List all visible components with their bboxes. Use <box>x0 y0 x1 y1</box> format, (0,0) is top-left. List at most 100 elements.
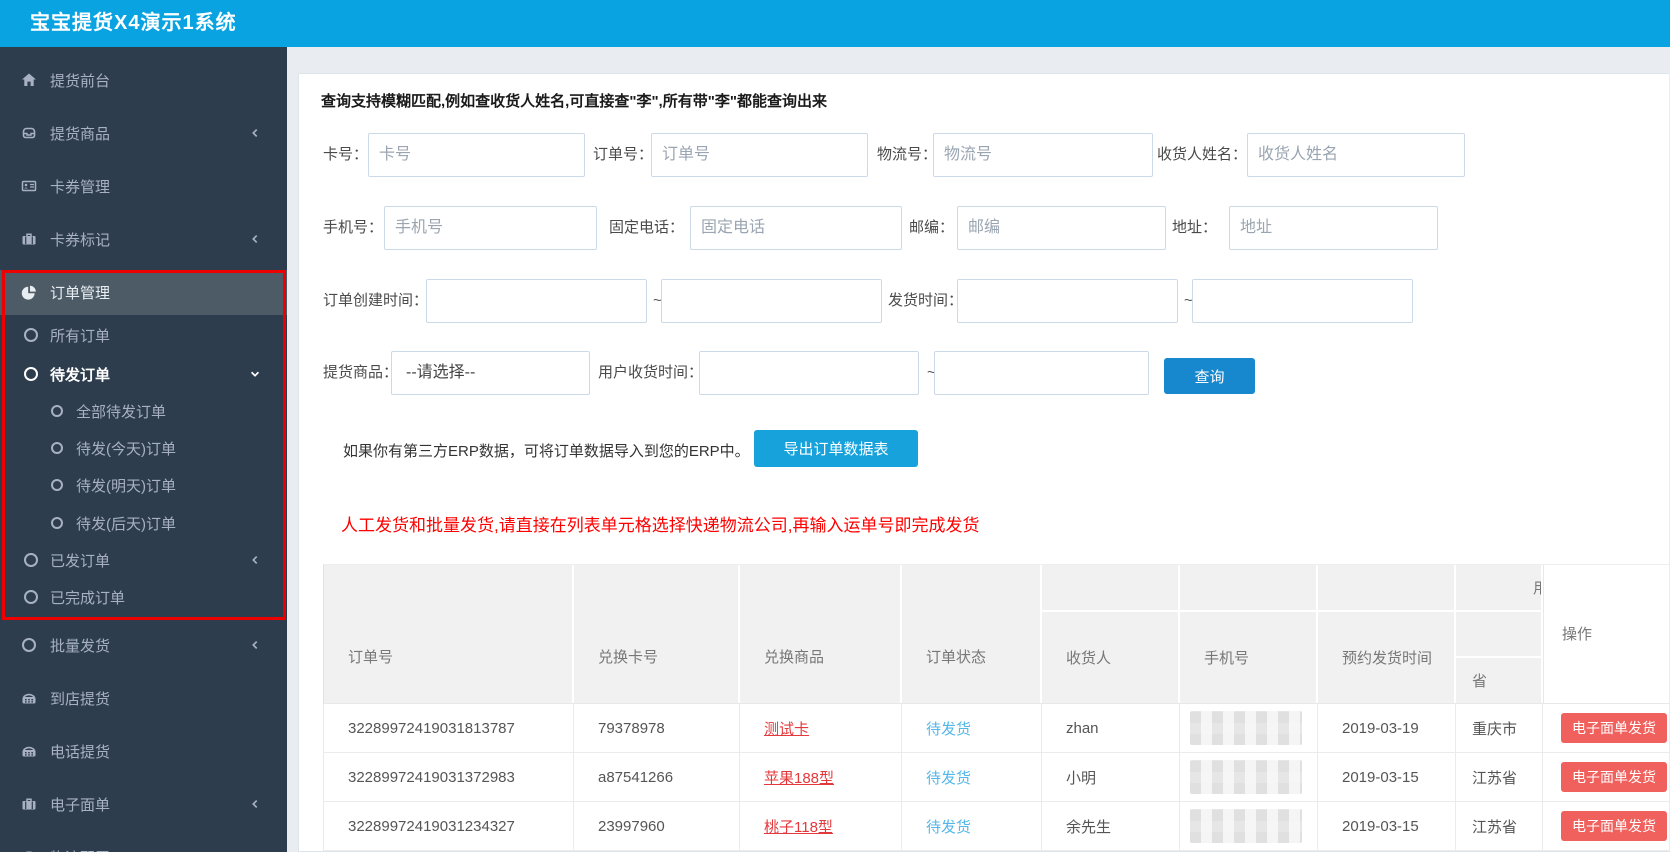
app-title: 宝宝提货X4演示1系统 <box>30 12 237 34</box>
ship-time-label: 发货时间： <box>888 292 964 309</box>
phone-icon <box>20 689 38 707</box>
circle-bullet-icon <box>48 514 66 532</box>
mobile-input[interactable] <box>384 206 597 250</box>
pickup-product-select[interactable]: --请选择-- <box>391 351 590 395</box>
sidebar-item-all-pending-orders[interactable]: 全部待发订单 <box>0 395 287 427</box>
sidebar-item-pending-tomorrow[interactable]: 待发(明天)订单 <box>0 469 287 501</box>
blurred-phone-number <box>1190 760 1302 794</box>
inbox-icon <box>20 124 38 142</box>
sidebar-item-label: 订单管理 <box>50 285 111 302</box>
chevron-left-icon <box>249 127 261 139</box>
product-link[interactable]: 测试卡 <box>764 718 809 739</box>
sidebar-item-label: 提货前台 <box>50 72 111 90</box>
circle-bullet-icon <box>22 551 40 569</box>
mobile-label: 手机号： <box>323 219 384 236</box>
sidebar-item-e-waybill[interactable]: 电子面单 <box>0 788 287 820</box>
sidebar-item-label: 提货商品 <box>50 125 111 143</box>
chevron-left-icon <box>249 639 261 651</box>
chevron-left-icon <box>249 554 261 566</box>
briefcase-icon <box>20 795 38 813</box>
sidebar-item-label: 已发订单 <box>50 552 111 570</box>
cell-receiver: 小明 <box>1042 753 1180 802</box>
address-input[interactable] <box>1229 206 1438 250</box>
card-no-label: 卡号： <box>323 146 369 163</box>
receive-time-label: 用户收货时间： <box>598 364 704 381</box>
sidebar-item-completed-orders[interactable]: 已完成订单 <box>0 581 287 613</box>
col-header-receiver: 收货人 <box>1042 565 1180 703</box>
receive-time-to-input[interactable] <box>934 351 1149 395</box>
order-created-from-input[interactable] <box>426 279 647 323</box>
status-badge: 待发货 <box>926 818 972 836</box>
sidebar-item-shipped-orders[interactable]: 已发订单 <box>0 544 287 576</box>
table-row: 32289972419031234327 23997960 桃子118型 待发货… <box>323 802 1669 851</box>
e-waybill-ship-button[interactable]: 电子面单发货 <box>1561 713 1667 743</box>
sidebar-item-label: 物流配置 <box>50 847 110 852</box>
col-header-phone: 手机号 <box>1180 565 1318 703</box>
id-card-icon <box>20 177 38 195</box>
product-link[interactable]: 桃子118型 <box>764 816 833 837</box>
sidebar-item-label: 到店提货 <box>50 690 111 708</box>
ship-time-from-input[interactable] <box>957 279 1178 323</box>
landline-input[interactable] <box>690 206 902 250</box>
logistics-no-input[interactable] <box>933 133 1153 177</box>
sidebar-item-pending-today[interactable]: 待发(今天)订单 <box>0 432 287 464</box>
sidebar-item-all-orders[interactable]: 所有订单 <box>0 319 287 351</box>
circle-bullet-icon <box>48 402 66 420</box>
circle-bullet-icon <box>22 365 40 383</box>
receive-time-from-input[interactable] <box>699 351 919 395</box>
sidebar-item-label: 待发(今天)订单 <box>76 440 176 458</box>
table-row: 32289972419031813787 79378978 测试卡 待发货 zh… <box>323 704 1669 753</box>
clipped-group-header: 用 <box>1533 565 1541 612</box>
sidebar-item-label: 卡券管理 <box>50 178 111 196</box>
circle-bullet-icon <box>20 636 38 654</box>
sidebar-item-label: 批量发货 <box>50 637 111 655</box>
sidebar-item-phone-pickup[interactable]: 电话提货 <box>0 735 287 767</box>
circle-bullet-icon <box>22 588 40 606</box>
card-no-input[interactable] <box>368 133 585 177</box>
chevron-left-icon <box>249 233 261 245</box>
cell-order-no: 32289972419031813787 <box>324 704 574 753</box>
sidebar-item-label: 全部待发订单 <box>76 403 167 421</box>
sidebar-item-card-management[interactable]: 卡券管理 <box>0 170 287 202</box>
receiver-name-label: 收货人姓名： <box>1157 146 1248 163</box>
col-header-product: 兑换商品 <box>740 565 902 703</box>
pickup-product-label: 提货商品： <box>323 364 399 381</box>
ship-time-to-input[interactable] <box>1192 279 1413 323</box>
search-button[interactable]: 查询 <box>1164 358 1255 394</box>
receiver-name-input[interactable] <box>1247 133 1465 177</box>
sidebar-item-pickup-goods[interactable]: 提货商品 <box>0 117 287 149</box>
e-waybill-ship-button[interactable]: 电子面单发货 <box>1561 811 1667 841</box>
cell-order-no: 32289972419031234327 <box>324 802 574 851</box>
export-order-data-button[interactable]: 导出订单数据表 <box>754 430 918 467</box>
col-header-province: 用 省 <box>1456 565 1543 703</box>
sidebar-item-pending-orders[interactable]: 待发订单 <box>0 358 287 390</box>
sidebar-item-pickup-front[interactable]: 提货前台 <box>0 64 287 96</box>
sidebar-item-store-pickup[interactable]: 到店提货 <box>0 682 287 714</box>
home-icon <box>20 71 38 89</box>
col-header-actions: 操作 <box>1543 565 1669 703</box>
circle-bullet-icon <box>48 476 66 494</box>
cell-province: 重庆市 <box>1456 704 1543 753</box>
main-panel: 查询支持模糊匹配,例如查收货人姓名,可直接查"李",所有带"李"都能查询出来 卡… <box>298 73 1669 852</box>
order-created-to-input[interactable] <box>661 279 882 323</box>
cell-ship-date: 2019-03-15 <box>1318 753 1456 802</box>
col-header-card-no: 兑换卡号 <box>574 565 740 703</box>
cell-card-no: 23997960 <box>574 802 740 851</box>
product-link[interactable]: 苹果188型 <box>764 767 834 788</box>
sidebar-item-batch-shipping[interactable]: 批量发货 <box>0 629 287 661</box>
sidebar-item-card-mark[interactable]: 卡券标记 <box>0 223 287 255</box>
e-waybill-ship-button[interactable]: 电子面单发货 <box>1561 762 1667 792</box>
status-badge: 待发货 <box>926 769 972 787</box>
table-row: 32289972419031372983 a87541266 苹果188型 待发… <box>323 753 1669 802</box>
blurred-phone-number <box>1190 711 1302 745</box>
sidebar-item-pending-day-after[interactable]: 待发(后天)订单 <box>0 507 287 539</box>
sidebar-item-order-management[interactable]: 订单管理 <box>0 270 287 315</box>
zipcode-input[interactable] <box>957 206 1166 250</box>
phone-icon <box>20 742 38 760</box>
order-no-input[interactable] <box>651 133 868 177</box>
cell-order-no: 32289972419031372983 <box>324 753 574 802</box>
sidebar: 提货前台 提货商品 卡券管理 卡券标记 订单管理 所有订单 待发订单 全部待发订… <box>0 47 287 852</box>
sidebar-item-logistics-config[interactable]: 物流配置 <box>0 841 287 852</box>
landline-label: 固定电话： <box>609 219 685 236</box>
circle-bullet-icon <box>22 326 40 344</box>
